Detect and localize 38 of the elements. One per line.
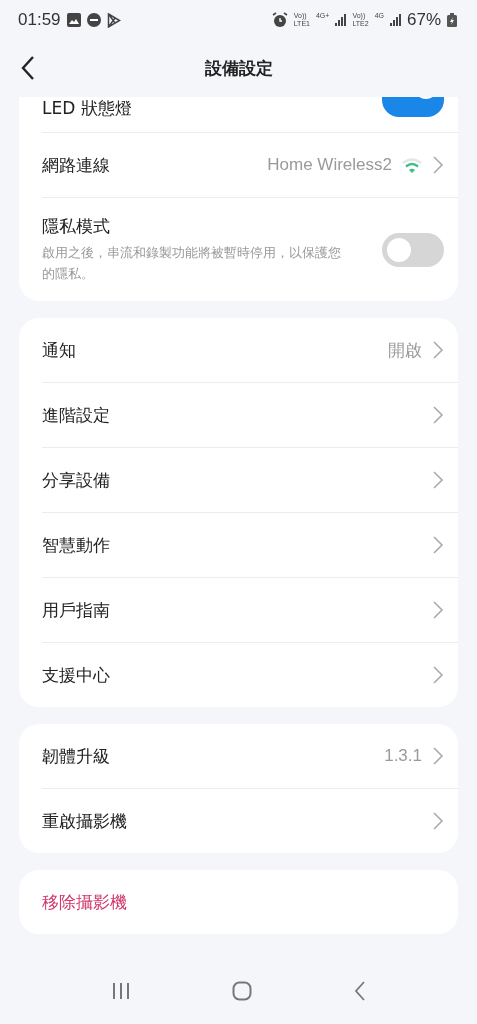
- setting-label: 隱私模式: [42, 215, 111, 238]
- setting-label: 韌體升級: [42, 744, 111, 768]
- setting-label: 重啟攝影機: [42, 809, 128, 833]
- chevron-right-icon: [432, 811, 444, 831]
- chevron-right-icon: [432, 340, 444, 360]
- signal-icon: [335, 14, 347, 26]
- setting-description: 啟用之後，串流和錄製功能將被暫時停用，以保護您的隱私。: [42, 244, 342, 283]
- do-not-disturb-icon: [86, 13, 101, 27]
- chevron-right-icon: [432, 155, 444, 175]
- setting-label: 用戶指南: [42, 598, 111, 622]
- signal-icon: [389, 14, 401, 26]
- chevron-right-icon: [432, 535, 444, 555]
- setting-value: 開啟: [388, 339, 422, 362]
- chevron-right-icon: [432, 600, 444, 620]
- status-time: 01:59: [18, 10, 61, 30]
- setting-label: 分享設備: [42, 468, 111, 492]
- chevron-right-icon: [432, 405, 444, 425]
- chevron-right-icon: [432, 470, 444, 490]
- chevron-right-icon: [432, 665, 444, 685]
- setting-value: 1.3.1: [384, 746, 422, 766]
- setting-label: LED 狀態燈: [42, 97, 133, 120]
- setting-label: 進階設定: [42, 403, 111, 427]
- setting-value: Home Wireless2: [267, 155, 392, 175]
- play-store-icon: [106, 12, 121, 28]
- remove-camera-link[interactable]: 移除攝影機: [42, 890, 444, 914]
- setting-label: 支援中心: [42, 663, 111, 687]
- battery-percent: 67%: [406, 10, 441, 30]
- battery-icon: [447, 13, 457, 27]
- setting-label: 通知: [42, 338, 77, 362]
- toggle-switch[interactable]: [382, 232, 444, 267]
- chevron-right-icon: [432, 746, 444, 766]
- setting-label: 網路連線: [42, 153, 111, 177]
- setting-label: 智慧動作: [42, 533, 111, 557]
- wifi-icon: [402, 157, 422, 173]
- alarm-icon: [271, 12, 288, 28]
- home-button[interactable]: [232, 980, 253, 1004]
- image-icon: [66, 13, 81, 27]
- page-title: 設備設定: [204, 57, 273, 80]
